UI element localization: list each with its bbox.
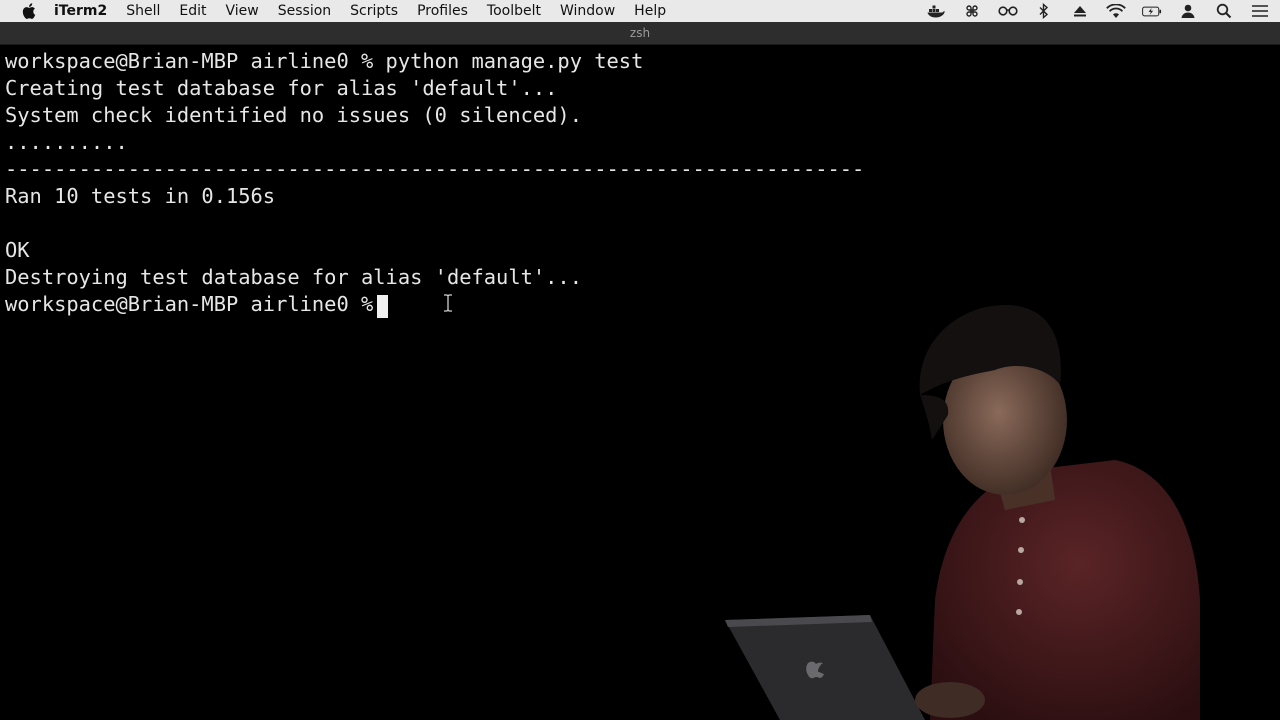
menu-edit[interactable]: Edit (179, 0, 206, 22)
search-icon[interactable] (1214, 0, 1234, 22)
wifi-icon[interactable] (1106, 0, 1126, 22)
menu-view[interactable]: View (226, 0, 259, 22)
menu-bar: iTerm2 Shell Edit View Session Scripts P… (0, 0, 1280, 22)
terminal-line-test-summary: Ran 10 tests in 0.156s (5, 184, 276, 208)
glasses-icon[interactable] (998, 0, 1018, 22)
terminal-line-ok: OK (5, 238, 30, 262)
terminal-line-separator: ----------------------------------------… (5, 157, 865, 181)
ibeam-cursor-icon (444, 294, 452, 312)
menu-help[interactable]: Help (634, 0, 666, 22)
window-title: zsh (629, 26, 651, 40)
menu-profiles[interactable]: Profiles (417, 0, 468, 22)
terminal-line-output: Destroying test database for alias 'defa… (5, 265, 582, 289)
battery-icon[interactable] (1142, 0, 1162, 22)
menu-toolbelt[interactable]: Toolbelt (487, 0, 541, 22)
window-title-bar: zsh (0, 22, 1280, 45)
terminal-line-output: System check identified no issues (0 sil… (5, 103, 582, 127)
user-icon[interactable] (1178, 0, 1198, 22)
menu-scripts[interactable]: Scripts (350, 0, 398, 22)
control-center-icon[interactable] (1250, 0, 1270, 22)
menu-session[interactable]: Session (278, 0, 331, 22)
docker-icon[interactable] (926, 0, 946, 22)
status-menu-area (926, 0, 1270, 22)
text-cursor (377, 295, 388, 318)
terminal-line-progress-dots: .......... (5, 130, 128, 154)
command-key-icon[interactable] (962, 0, 982, 22)
apple-logo-icon[interactable] (22, 3, 36, 19)
terminal-line-prompt: workspace@Brian-MBP airline0 % (5, 292, 386, 316)
menu-window[interactable]: Window (560, 0, 615, 22)
menu-app-iterm2[interactable]: iTerm2 (54, 0, 107, 22)
terminal-line-output: Creating test database for alias 'defaul… (5, 76, 558, 100)
presenter-video-overlay (725, 305, 1200, 720)
terminal-line-command: workspace@Brian-MBP airline0 % python ma… (5, 49, 644, 73)
bluetooth-icon[interactable] (1034, 0, 1054, 22)
eject-icon[interactable] (1070, 0, 1090, 22)
menu-shell[interactable]: Shell (126, 0, 160, 22)
